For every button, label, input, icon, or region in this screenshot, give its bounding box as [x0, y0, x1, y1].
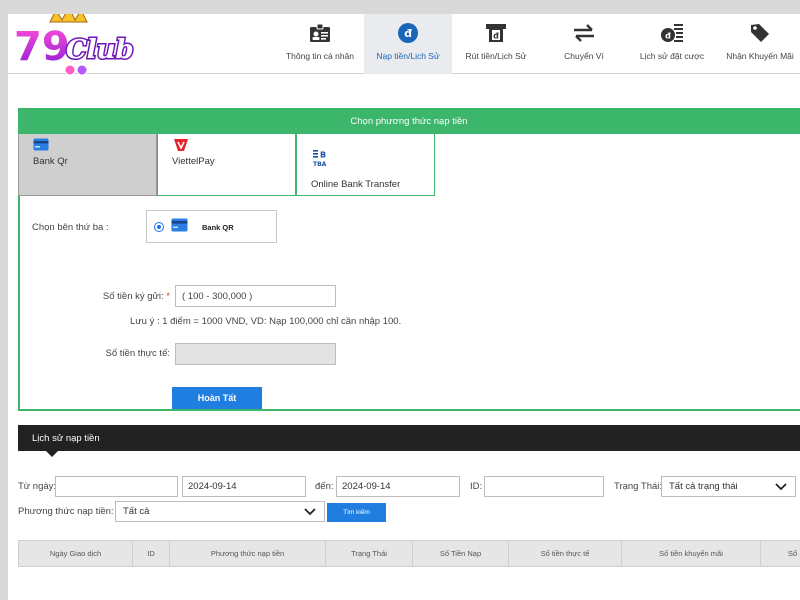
id-input[interactable] — [484, 476, 604, 497]
column-header: Phương thức nạp tiền — [170, 541, 326, 566]
actual-amount-input — [175, 343, 336, 365]
method-online-bank[interactable]: B TBA Online Bank Transfer — [296, 134, 435, 196]
deposit-form: Chọn bên thứ ba : Bank QR Số tiền ký gửi… — [18, 196, 800, 411]
third-party-option-label: Bank QR — [202, 223, 234, 232]
id-card-icon — [307, 20, 333, 46]
status-select-value: Tất cả trạng thái — [669, 481, 738, 492]
column-header: Ngày Giao dịch — [18, 541, 133, 566]
coin-icon: đ — [395, 20, 421, 46]
status-select[interactable]: Tất cả trạng thái — [661, 476, 796, 497]
svg-text:đ: đ — [493, 32, 499, 41]
actual-amount-label: Số tiền thực tế: — [105, 348, 170, 359]
column-header: Số tiền thực tế — [509, 541, 622, 566]
nav-promotion[interactable]: Nhận Khuyến Mãi — [716, 14, 800, 74]
search-button[interactable]: Tìm kiếm — [327, 503, 386, 522]
nav-label: Lịch sử đặt cược — [639, 51, 705, 61]
column-header: Trạng Thái — [326, 541, 413, 566]
column-header: ID — [133, 541, 170, 566]
deposit-method-title: Chọn phương thức nạp tiền — [18, 108, 800, 134]
nav-label: Nhận Khuyến Mãi — [726, 51, 794, 61]
amount-input[interactable] — [175, 285, 336, 307]
amount-label: Số tiền ký gửi: * — [20, 291, 170, 302]
method-label: ViettelPay — [172, 156, 215, 167]
nav-label: Rút tiền/Lịch Sử — [465, 51, 527, 61]
method-filter-value: Tất cả — [123, 506, 150, 517]
from-date-label: Từ ngày: — [18, 481, 57, 492]
brand-logo[interactable]: 79 Club — [10, 14, 145, 82]
radio-selected[interactable] — [154, 222, 164, 232]
nav-label: Chuyển Ví — [564, 51, 604, 61]
method-label: Bank Qr — [33, 156, 68, 167]
bank-card-icon — [33, 138, 49, 154]
chevron-down-icon — [775, 483, 787, 491]
submit-button[interactable]: Hoàn Tất — [172, 387, 262, 409]
online-bank-icon: B TBA — [311, 148, 329, 171]
coin-stack-list-icon: đ — [659, 20, 685, 46]
nav-profile[interactable]: Thông tin cá nhân — [276, 14, 364, 74]
nav-label: Thông tin cá nhân — [285, 51, 355, 61]
required-mark: * — [166, 291, 170, 302]
svg-text:Club: Club — [66, 35, 134, 65]
column-header: Số — [788, 549, 798, 558]
from-date-input[interactable] — [182, 476, 306, 497]
main-nav: Thông tin cá nhân đ Nạp tiền/Lịch Sử đ R… — [276, 14, 800, 74]
nav-deposit[interactable]: đ Nạp tiền/Lịch Sử — [364, 14, 452, 74]
viettelpay-icon — [172, 138, 190, 155]
amount-label-text: Số tiền ký gửi: — [102, 291, 164, 302]
bank-card-icon — [171, 218, 188, 235]
svg-text:TBA: TBA — [313, 161, 327, 168]
svg-text:B: B — [320, 151, 326, 160]
atm-withdraw-icon: đ — [483, 20, 509, 46]
amount-note: Lưu ý : 1 điểm = 1000 VND, VD: Nạp 100,0… — [130, 316, 402, 327]
method-label: Online Bank Transfer — [311, 179, 401, 190]
history-title: Lịch sử nạp tiền — [18, 425, 800, 451]
tag-icon — [747, 20, 773, 46]
third-party-option-bank-qr[interactable]: Bank QR — [146, 210, 277, 243]
history-table-header: Ngày Giao dịch ID Phương thức nạp tiền T… — [18, 540, 800, 567]
deposit-method-tabs: Bank Qr ViettelPay B TBA Online Bank Tran… — [18, 134, 435, 196]
method-viettelpay[interactable]: ViettelPay — [157, 134, 296, 196]
column-header: Số Tiền Nạp — [413, 541, 509, 566]
id-label: ID: — [470, 481, 483, 492]
third-party-label: Chọn bên thứ ba : — [32, 222, 109, 233]
transfer-arrows-icon — [571, 20, 597, 46]
top-header: 79 Club Thông tin cá nhân đ Nạp tiền/Lịc… — [8, 14, 800, 76]
to-date-input[interactable] — [336, 476, 460, 497]
nav-bet-history[interactable]: đ Lịch sử đặt cược — [628, 14, 716, 74]
to-date-label: đến: — [315, 481, 334, 492]
nav-transfer[interactable]: Chuyển Ví — [540, 14, 628, 74]
nav-withdraw[interactable]: đ Rút tiền/Lịch Sử — [452, 14, 540, 74]
method-filter-label: Phương thức nạp tiền: — [18, 506, 114, 517]
status-label: Trạng Thái: — [614, 481, 663, 492]
from-time-input[interactable] — [55, 476, 178, 497]
method-filter-select[interactable]: Tất cả — [115, 501, 325, 522]
svg-text:đ: đ — [665, 32, 671, 41]
nav-label: Nạp tiền/Lịch Sử — [376, 51, 440, 61]
history-tab-pointer — [46, 451, 58, 457]
svg-text:đ: đ — [404, 27, 412, 40]
chevron-down-icon — [304, 508, 316, 516]
page-frame: 79 Club Thông tin cá nhân đ Nạp tiền/Lịc… — [8, 14, 800, 600]
column-header: Số tiền khuyến mãi — [622, 541, 761, 566]
method-bank-qr[interactable]: Bank Qr — [18, 134, 157, 196]
svg-text:79: 79 — [14, 24, 70, 70]
